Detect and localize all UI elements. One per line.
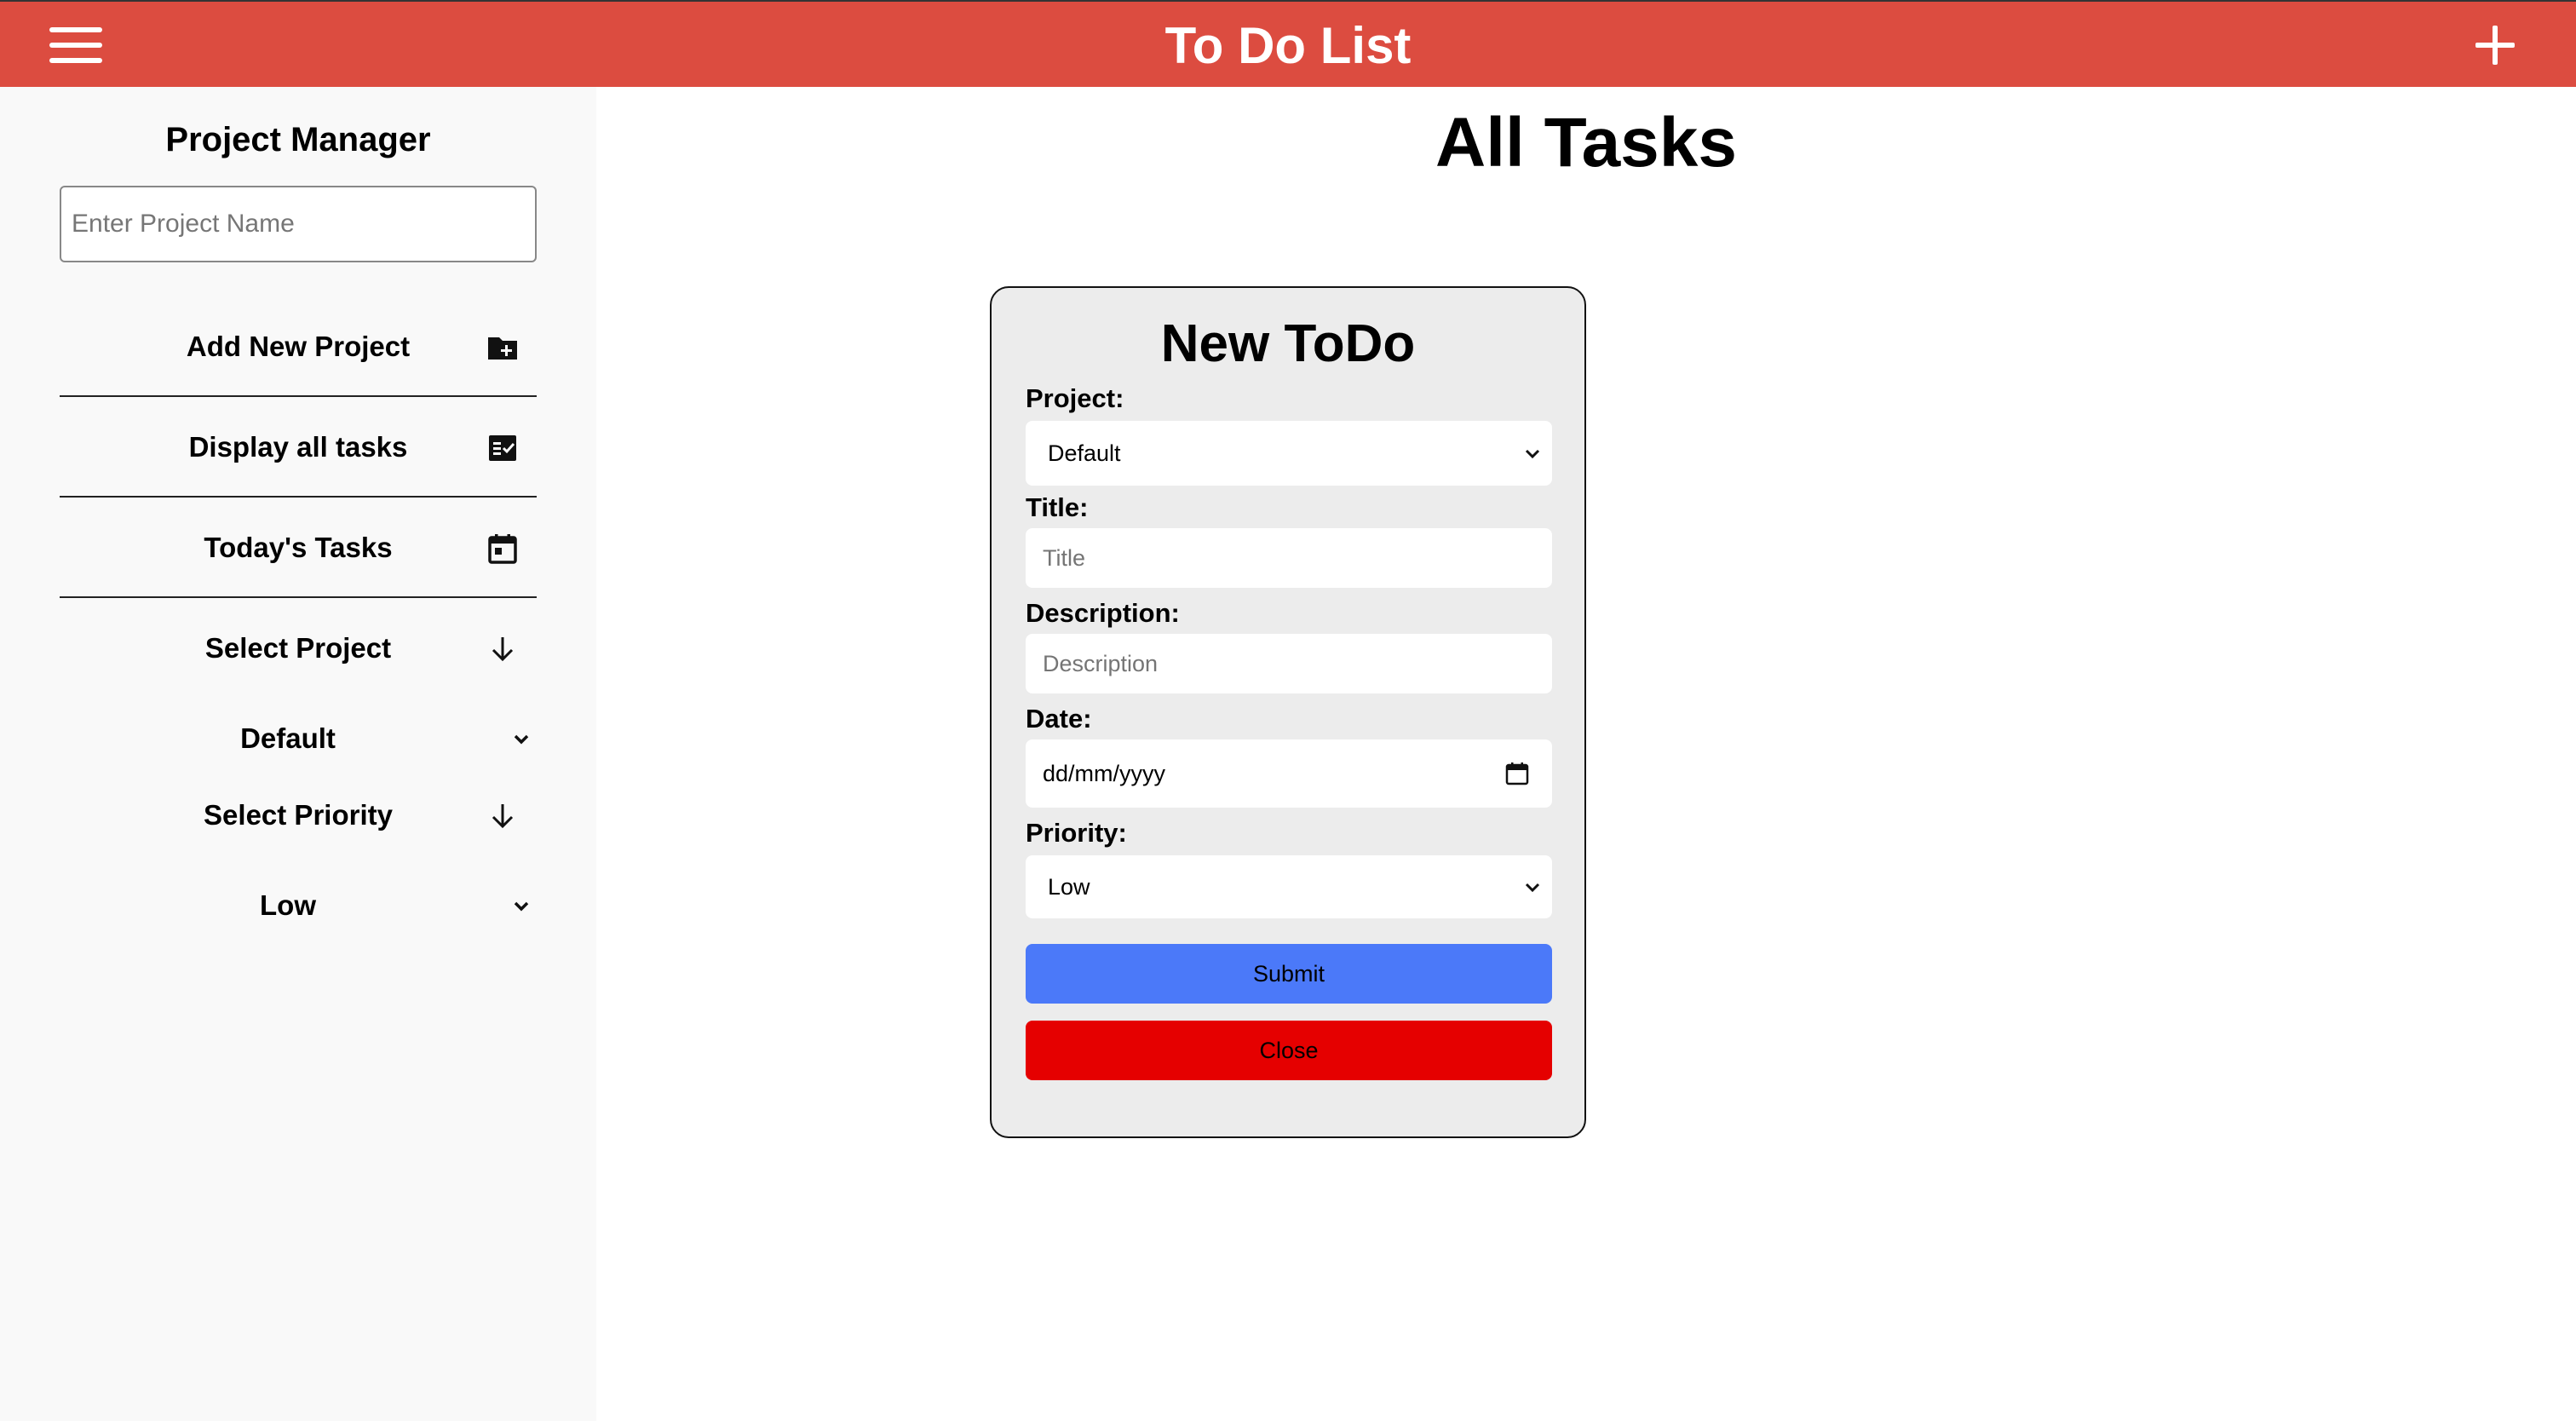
chevron-down-icon [514,734,529,745]
description-input[interactable]: Description [1026,634,1552,693]
title-input[interactable]: Title [1026,528,1552,588]
title-input-placeholder: Title [1043,544,1086,571]
priority-select[interactable]: Low [60,864,537,947]
priority-field-label: Priority: [1026,818,1127,848]
priority-select-value: Low [260,889,316,921]
calendar-icon[interactable] [1504,761,1530,786]
arrow-down-icon [492,804,514,829]
date-input-value: dd/mm/yyyy [1043,760,1166,786]
arrow-down-icon [492,637,514,662]
chevron-down-icon [1525,883,1540,893]
folder-plus-icon [488,337,517,360]
display-all-tasks-button[interactable]: Display all tasks [60,397,537,498]
new-todo-modal: New ToDo Project: Default Title: Title D… [990,286,1586,1138]
submit-button[interactable]: Submit [1026,944,1552,1004]
project-dropdown[interactable]: Default [1026,421,1552,486]
project-field-label: Project: [1026,383,1124,413]
description-field-label: Description: [1026,598,1180,628]
display-all-tasks-label: Display all tasks [188,431,408,463]
page-title: All Tasks [1435,104,1737,181]
plus-icon[interactable] [2474,24,2516,66]
app-header: To Do List [0,0,2576,87]
calendar-icon [488,534,517,564]
select-project-label: Select Project [204,632,392,664]
add-new-project-button[interactable]: Add New Project [60,296,537,397]
modal-title: New ToDo [1160,314,1416,373]
date-input[interactable]: dd/mm/yyyy [1026,739,1552,808]
chevron-down-icon [514,901,529,912]
close-button[interactable]: Close [1026,1021,1552,1080]
app-title: To Do List [1164,17,1412,74]
todays-tasks-label: Today's Tasks [204,532,393,563]
chevron-down-icon [1525,449,1540,459]
select-priority-label: Select Priority [204,799,393,831]
priority-dropdown[interactable]: Low [1026,855,1552,918]
add-new-project-label: Add New Project [186,331,411,362]
project-name-input[interactable] [60,186,537,262]
select-priority-heading: Select Priority [60,765,537,866]
task-list-icon [489,435,516,461]
sidebar: Project Manager Add New Project Display … [0,87,596,1421]
priority-dropdown-value: Low [1048,873,1090,900]
date-field-label: Date: [1026,704,1092,734]
title-field-label: Title: [1026,492,1089,522]
description-input-placeholder: Description [1043,650,1159,676]
project-manager-title: Project Manager [165,121,431,158]
project-dropdown-value: Default [1048,440,1121,466]
todays-tasks-button[interactable]: Today's Tasks [60,498,537,598]
select-project-heading: Select Project [60,598,537,699]
